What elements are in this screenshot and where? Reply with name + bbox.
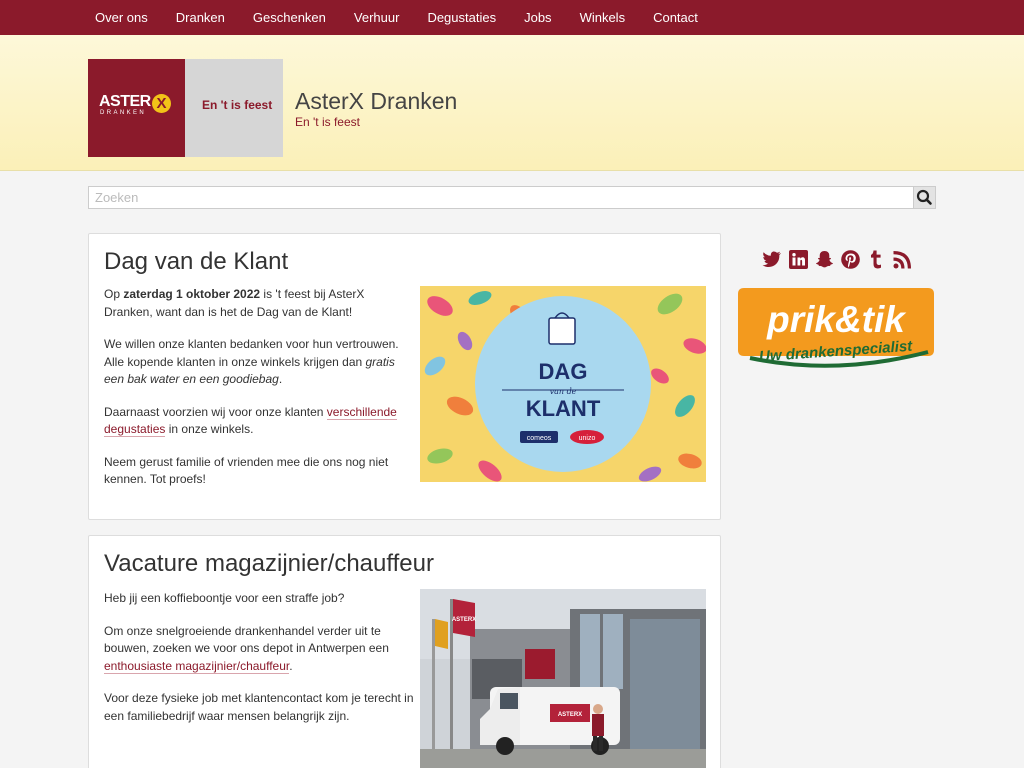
svg-text:KLANT: KLANT	[526, 396, 601, 421]
nav-item-geschenken[interactable]: Geschenken	[239, 0, 340, 35]
nav-item-dranken[interactable]: Dranken	[162, 0, 239, 35]
logo-x-icon: X	[151, 94, 171, 113]
rss-icon[interactable]	[889, 249, 915, 269]
logo-brand-block: ASTER X DRANKEN	[88, 59, 185, 157]
post-title[interactable]: Dag van de Klant	[104, 247, 288, 277]
nav-list: Over ons Dranken Geschenken Verhuur Degu…	[81, 0, 712, 35]
nav-item-verhuur[interactable]: Verhuur	[340, 0, 414, 35]
snapchat-icon[interactable]	[811, 249, 837, 269]
nav-item-winkels[interactable]: Winkels	[566, 0, 640, 35]
post-paragraph: We willen onze klanten bedanken voor hun…	[104, 337, 399, 386]
svg-text:ASTERX: ASTERX	[452, 617, 476, 623]
top-navigation: Over ons Dranken Geschenken Verhuur Degu…	[0, 0, 1024, 35]
svg-text:ASTERX: ASTERX	[558, 712, 582, 718]
logo-tagline: En 't is feest	[202, 98, 273, 112]
post-body: Op zaterdag 1 oktober 2022 is 't feest b…	[104, 286, 414, 504]
vacature-link[interactable]: enthousiaste magazijnier/chauffeur	[104, 658, 290, 674]
tumblr-icon[interactable]	[863, 249, 889, 269]
dag-van-de-klant-image[interactable]: DAG van de KLANT comeos unizo	[420, 286, 706, 482]
post-paragraph: Op zaterdag 1 oktober 2022 is 't feest b…	[104, 287, 365, 319]
post-paragraph: Voor deze fysieke job met klantencontact…	[104, 691, 414, 723]
pinterest-icon[interactable]	[837, 249, 863, 269]
search-icon	[916, 189, 932, 205]
svg-text:comeos: comeos	[527, 435, 552, 442]
warehouse-photo[interactable]: ASTERX ASTERX	[420, 589, 706, 768]
goodiebag-icon	[548, 312, 576, 345]
svg-text:van de: van de	[550, 387, 577, 396]
site-title[interactable]: AsterX Dranken	[295, 87, 457, 115]
post-paragraph: Daarnaast voorzien wij voor onze klanten…	[104, 404, 397, 437]
nav-item-jobs[interactable]: Jobs	[510, 0, 565, 35]
logo-subtext: DRANKEN	[100, 110, 147, 116]
post-body: Heb jij een koffieboontje voor een straf…	[104, 590, 414, 740]
svg-text:prik&tik: prik&tik	[766, 299, 907, 340]
social-links	[759, 249, 915, 269]
post-title[interactable]: Vacature magazijnier/chauffeur	[104, 549, 434, 579]
post-paragraph: Om onze snelgroeiende drankenhandel verd…	[104, 623, 389, 674]
linkedin-icon[interactable]	[785, 249, 811, 269]
nav-item-contact[interactable]: Contact	[639, 0, 712, 35]
post-dag-van-de-klant: Dag van de Klant Op zaterdag 1 oktober 2…	[88, 233, 721, 520]
search-input[interactable]	[88, 186, 914, 209]
site-tagline: En 't is feest	[295, 115, 360, 129]
post-paragraph: Neem gerust familie of vrienden mee die …	[104, 454, 389, 487]
site-logo[interactable]: ASTER X DRANKEN En 't is feest	[88, 59, 283, 157]
post-paragraph: Heb jij een koffieboontje voor een straf…	[104, 591, 345, 605]
site-header: ASTER X DRANKEN En 't is feest AsterX Dra…	[0, 35, 1024, 171]
twitter-icon[interactable]	[759, 249, 785, 269]
logo-tagline-block: En 't is feest	[185, 59, 283, 157]
prik-en-tik-banner[interactable]: prik&tik Uw drankenspecialist	[738, 288, 934, 376]
nav-item-degustaties[interactable]: Degustaties	[413, 0, 510, 35]
svg-text:DAG: DAG	[539, 359, 588, 384]
svg-text:unizo: unizo	[579, 435, 596, 442]
post-vacature: Vacature magazijnier/chauffeur Heb jij e…	[88, 535, 721, 768]
nav-item-over-ons[interactable]: Over ons	[81, 0, 162, 35]
search-button[interactable]	[913, 186, 936, 209]
